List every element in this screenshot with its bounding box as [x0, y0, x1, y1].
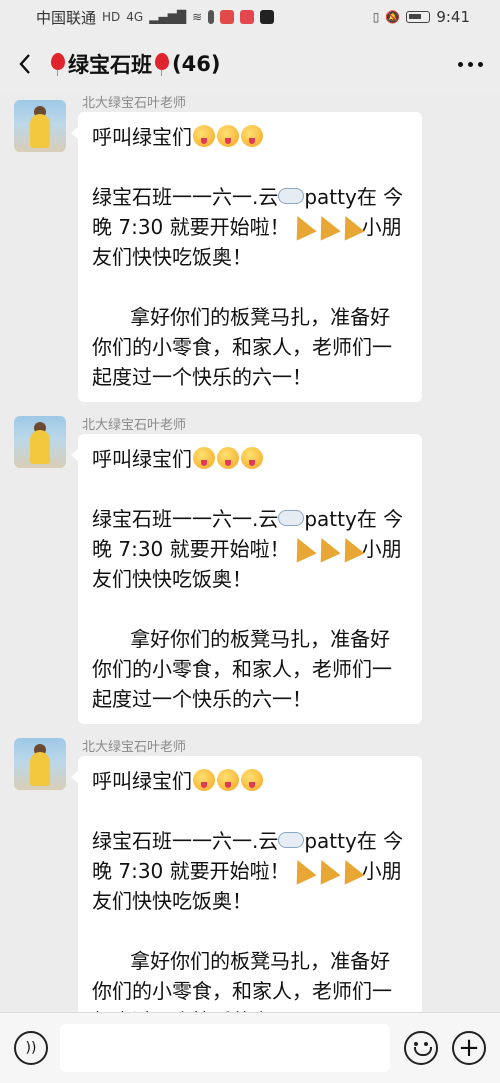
message-line: 呼叫绿宝们 — [92, 125, 192, 149]
balloon-icon — [50, 53, 66, 76]
party-popper-emoji-icon — [311, 533, 341, 563]
message-line: 拿好你们的板凳马扎，准备好你们的小零食，和家人，老师们一起度过一个快乐的六一！ — [92, 627, 392, 711]
plus-icon: + — [458, 1033, 480, 1063]
member-count: (46) — [172, 52, 221, 76]
party-popper-emoji-icon — [287, 533, 317, 563]
message-line: 绿宝石班一一六一.云 — [92, 507, 279, 531]
message-line: 呼叫绿宝们 — [92, 447, 192, 471]
avatar[interactable] — [14, 100, 66, 152]
sender-name: 北大绿宝石叶老师 — [82, 96, 187, 111]
capcut-icon — [260, 10, 275, 24]
tongue-wink-emoji-icon — [217, 447, 239, 469]
tongue-wink-emoji-icon — [217, 769, 239, 791]
message-line: 绿宝石班一一六一.云 — [92, 829, 279, 853]
message-bubble[interactable]: 呼叫绿宝们 绿宝石班一一六一.云 patty在 今晚 7:30 就要开始啦！ 小朋友… — [71, 434, 422, 724]
party-popper-emoji-icon — [311, 855, 341, 885]
battery-icon — [406, 11, 431, 23]
sender-name: 北大绿宝石叶老师 — [82, 418, 187, 433]
vibrate-icon: ▯ — [372, 10, 380, 24]
message-text-input[interactable] — [60, 1024, 390, 1072]
calendar-icon — [240, 10, 255, 24]
sender-name: 北大绿宝石叶老师 — [82, 740, 187, 755]
chat-message-list[interactable]: 北大绿宝石叶老师 呼叫绿宝们 绿宝石班一一六一.云 patty在 今晚 7:30 … — [0, 94, 500, 1012]
more-functions-button[interactable]: + — [452, 1031, 486, 1065]
tongue-wink-emoji-icon — [193, 447, 215, 469]
wifi-icon: ≋ — [192, 10, 203, 24]
chevron-left-icon — [19, 54, 30, 74]
voice-icon: )) — [25, 1040, 37, 1056]
tongue-wink-emoji-icon — [193, 125, 215, 147]
chat-title: 绿宝石班 (46) — [50, 49, 220, 79]
alert-icon — [208, 10, 215, 24]
cloud-emoji-icon — [278, 188, 305, 204]
party-popper-emoji-icon — [287, 855, 317, 885]
avatar[interactable] — [14, 738, 66, 790]
message-bubble[interactable]: 呼叫绿宝们 绿宝石班一一六一.云 patty在 今晚 7:30 就要开始啦！ 小朋友… — [71, 756, 422, 1012]
balloon-icon — [154, 53, 170, 76]
message-line: 绿宝石班一一六一.云 — [92, 185, 279, 209]
message-line: 拿好你们的板凳马扎，准备好你们的小零食，和家人，老师们一起度过一个快乐的六一！ — [92, 949, 392, 1012]
tongue-wink-emoji-icon — [241, 447, 263, 469]
emoji-button[interactable] — [404, 1031, 438, 1065]
avatar[interactable] — [14, 416, 66, 468]
more-dot — [467, 61, 473, 67]
clock: 9:41 — [436, 8, 470, 26]
group-name: 绿宝石班 — [68, 53, 152, 77]
more-options-button[interactable] — [440, 34, 500, 94]
cloud-emoji-icon — [278, 832, 305, 848]
app-notification-icon — [220, 10, 235, 24]
voice-input-button[interactable]: )) — [14, 1031, 48, 1065]
party-popper-emoji-icon — [335, 211, 365, 241]
network-type: 4G — [126, 10, 144, 24]
more-dot — [457, 61, 463, 67]
message-line: 拿好你们的板凳马扎，准备好你们的小零食，和家人，老师们一起度过一个快乐的六一！ — [92, 305, 392, 389]
chat-header: 绿宝石班 (46) — [0, 34, 500, 94]
party-popper-emoji-icon — [287, 211, 317, 241]
signal-icon: ▂▄▆█ — [149, 10, 187, 24]
tongue-wink-emoji-icon — [193, 769, 215, 791]
status-bar: 中国联通 HD 4G ▂▄▆█ ≋ ▯ 🔕 9:41 — [0, 0, 500, 34]
mute-icon: 🔕 — [385, 10, 401, 24]
more-dot — [477, 61, 483, 67]
tongue-wink-emoji-icon — [241, 769, 263, 791]
carrier-label: 中国联通 — [36, 8, 97, 27]
message-bubble[interactable]: 呼叫绿宝们 绿宝石班一一六一.云 patty在 今晚 7:30 就要开始啦！ 小朋友… — [71, 112, 422, 402]
party-popper-emoji-icon — [335, 533, 365, 563]
party-popper-emoji-icon — [311, 211, 341, 241]
tongue-wink-emoji-icon — [217, 125, 239, 147]
back-button[interactable] — [0, 34, 50, 94]
tongue-wink-emoji-icon — [241, 125, 263, 147]
party-popper-emoji-icon — [335, 855, 365, 885]
hd-badge: HD — [102, 10, 121, 24]
cloud-emoji-icon — [278, 510, 305, 526]
message-line: 呼叫绿宝们 — [92, 769, 192, 793]
input-bar: )) + — [0, 1012, 500, 1083]
